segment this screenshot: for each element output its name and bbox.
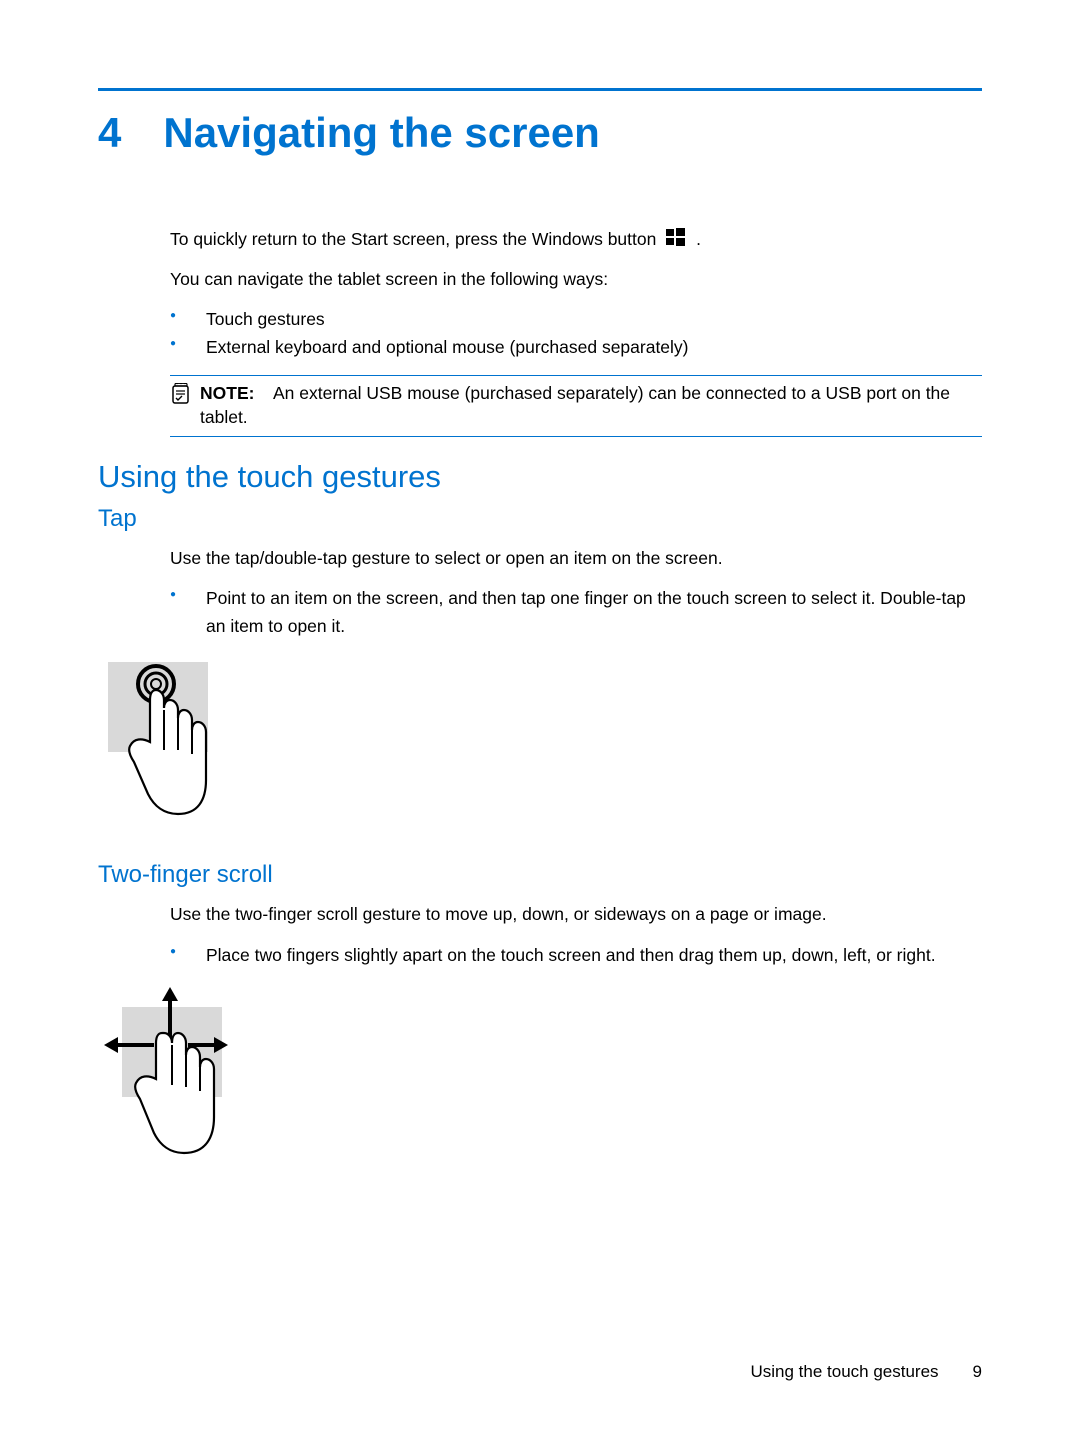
note-label: NOTE: xyxy=(200,383,254,403)
tap-illustration xyxy=(98,654,982,829)
chapter-number: 4 xyxy=(98,109,121,157)
intro-p1-pre: To quickly return to the Start screen, p… xyxy=(170,229,656,249)
note-icon xyxy=(170,383,192,429)
list-item: External keyboard and optional mouse (pu… xyxy=(170,333,982,361)
intro-p1: To quickly return to the Start screen, p… xyxy=(170,227,982,254)
intro-bullets: Touch gestures External keyboard and opt… xyxy=(170,305,982,361)
intro-p2: You can navigate the tablet screen in th… xyxy=(170,268,982,292)
scroll-block: Use the two-finger scroll gesture to mov… xyxy=(170,903,982,927)
subsection-two-finger-scroll: Two-finger scroll xyxy=(98,861,982,889)
scroll-p1: Use the two-finger scroll gesture to mov… xyxy=(170,903,982,927)
windows-button-icon xyxy=(665,227,687,254)
list-item: Touch gestures xyxy=(170,305,982,333)
note-block: NOTE: An external USB mouse (purchased s… xyxy=(170,375,982,436)
list-item: Point to an item on the screen, and then… xyxy=(170,584,982,640)
footer-text: Using the touch gestures xyxy=(750,1362,938,1382)
tap-bullet-wrap: Point to an item on the screen, and then… xyxy=(170,584,982,640)
tap-p1: Use the tap/double-tap gesture to select… xyxy=(170,547,982,571)
intro-p1-post: . xyxy=(696,229,701,249)
section-using-touch-gestures: Using the touch gestures xyxy=(98,459,982,495)
intro-block: To quickly return to the Start screen, p… xyxy=(170,227,982,437)
top-rule xyxy=(98,88,982,91)
scroll-bullet-wrap: Place two fingers slightly apart on the … xyxy=(170,941,982,969)
footer-page-number: 9 xyxy=(973,1362,982,1382)
list-item: Place two fingers slightly apart on the … xyxy=(170,941,982,969)
subsection-tap: Tap xyxy=(98,505,982,533)
tap-block: Use the tap/double-tap gesture to select… xyxy=(170,547,982,571)
chapter-heading: 4 Navigating the screen xyxy=(98,109,982,157)
scroll-illustration xyxy=(98,983,982,1168)
page-footer: Using the touch gestures 9 xyxy=(750,1362,982,1382)
chapter-title: Navigating the screen xyxy=(163,109,599,157)
note-text: NOTE: An external USB mouse (purchased s… xyxy=(200,382,982,429)
note-body: An external USB mouse (purchased separat… xyxy=(200,383,950,427)
